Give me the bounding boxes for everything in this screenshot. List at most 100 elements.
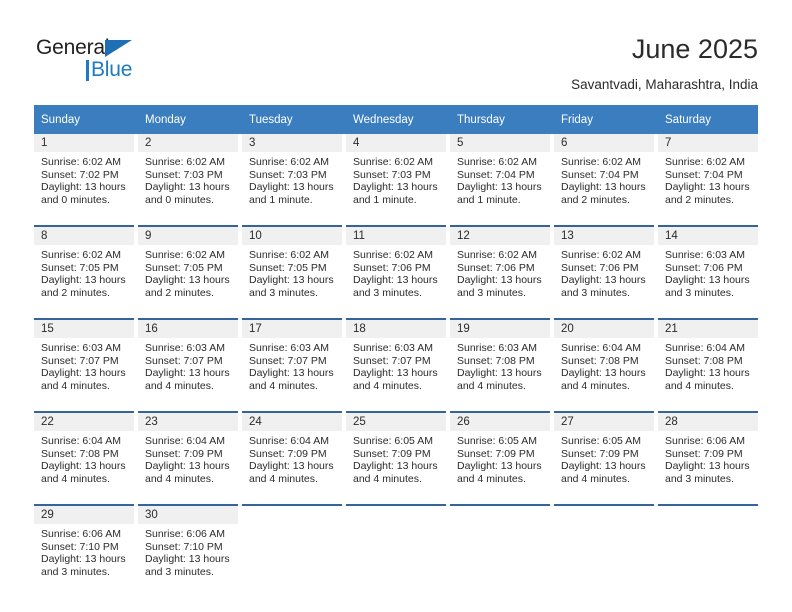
day-cell-details: Sunrise: 6:02 AM Sunset: 7:03 PM Daylight:…	[242, 152, 342, 206]
day-cell-inner	[554, 506, 654, 597]
day-number: 14	[658, 227, 758, 245]
calendar-day-cell[interactable]: 7 Sunrise: 6:02 AM Sunset: 7:04 PM Daylight…	[658, 134, 758, 226]
calendar-day-cell[interactable]: 29 Sunrise: 6:06 AM Sunset: 7:10 PM Dayligh…	[34, 504, 134, 597]
day-number: 19	[450, 320, 550, 338]
day-cell-inner	[450, 506, 550, 597]
day-cell-inner: 20 Sunrise: 6:04 AM Sunset: 7:08 PM Dayligh…	[554, 320, 654, 411]
day-cell-inner: 21 Sunrise: 6:04 AM Sunset: 7:08 PM Dayligh…	[658, 320, 758, 411]
daylight-duration-line2: and 4 minutes.	[353, 379, 422, 392]
day-cell-inner: 10 Sunrise: 6:02 AM Sunset: 7:05 PM Dayligh…	[242, 227, 342, 318]
day-cell-details: Sunrise: 6:06 AM Sunset: 7:10 PM Daylight:…	[138, 524, 238, 578]
sunrise-time: Sunrise: 6:06 AM	[665, 435, 745, 447]
sunset-time: Sunset: 7:06 PM	[665, 261, 743, 274]
calendar-day-cell[interactable]: 3 Sunrise: 6:02 AM Sunset: 7:03 PM Daylight…	[242, 134, 342, 226]
sunrise-time: Sunrise: 6:04 AM	[145, 435, 225, 447]
sunset-time: Sunset: 7:10 PM	[41, 540, 119, 553]
sunset-time: Sunset: 7:09 PM	[665, 447, 743, 460]
day-cell-details: Sunrise: 6:03 AM Sunset: 7:07 PM Daylight:…	[34, 338, 134, 392]
daylight-duration-line1: Daylight: 13 hours	[249, 367, 334, 380]
day-cell-details: Sunrise: 6:02 AM Sunset: 7:04 PM Daylight:…	[658, 152, 758, 206]
day-cell-details: Sunrise: 6:02 AM Sunset: 7:05 PM Daylight:…	[138, 245, 238, 299]
day-cell-inner: 17 Sunrise: 6:03 AM Sunset: 7:07 PM Dayligh…	[242, 320, 342, 411]
daylight-duration-line2: and 4 minutes.	[145, 472, 214, 485]
daylight-duration-line1: Daylight: 13 hours	[353, 274, 438, 287]
day-cell-inner: 24 Sunrise: 6:04 AM Sunset: 7:09 PM Dayligh…	[242, 413, 342, 504]
day-cell-inner: 13 Sunrise: 6:02 AM Sunset: 7:06 PM Dayligh…	[554, 227, 654, 318]
calendar-day-cell[interactable]: 20 Sunrise: 6:04 AM Sunset: 7:08 PM Dayligh…	[554, 318, 654, 412]
calendar-day-cell[interactable]: 10 Sunrise: 6:02 AM Sunset: 7:05 PM Dayligh…	[242, 225, 342, 319]
calendar-day-cell[interactable]: 5 Sunrise: 6:02 AM Sunset: 7:04 PM Daylight…	[450, 134, 550, 226]
daylight-duration-line1: Daylight: 13 hours	[353, 460, 438, 473]
calendar-day-cell[interactable]: 12 Sunrise: 6:02 AM Sunset: 7:06 PM Dayligh…	[450, 225, 550, 319]
calendar-day-cell[interactable]: 8 Sunrise: 6:02 AM Sunset: 7:05 PM Daylight…	[34, 225, 134, 319]
calendar-day-cell[interactable]: 1 Sunrise: 6:02 AM Sunset: 7:02 PM Daylight…	[34, 134, 134, 226]
day-number: 2	[138, 134, 238, 152]
daylight-duration-line1: Daylight: 13 hours	[665, 460, 750, 473]
calendar-day-cell[interactable]: 15 Sunrise: 6:03 AM Sunset: 7:07 PM Dayligh…	[34, 318, 134, 412]
calendar-day-cell[interactable]: 17 Sunrise: 6:03 AM Sunset: 7:07 PM Dayligh…	[242, 318, 342, 412]
calendar-day-cell[interactable]: 13 Sunrise: 6:02 AM Sunset: 7:06 PM Dayligh…	[554, 225, 654, 319]
day-number: 25	[346, 413, 446, 431]
day-cell-details: Sunrise: 6:03 AM Sunset: 7:07 PM Daylight:…	[346, 338, 446, 392]
sunrise-time: Sunrise: 6:02 AM	[353, 156, 433, 168]
day-cell-inner: 14 Sunrise: 6:03 AM Sunset: 7:06 PM Dayligh…	[658, 227, 758, 318]
calendar-day-cell[interactable]: 24 Sunrise: 6:04 AM Sunset: 7:09 PM Dayligh…	[242, 411, 342, 505]
day-number: 7	[658, 134, 758, 152]
calendar-day-cell[interactable]: 25 Sunrise: 6:05 AM Sunset: 7:09 PM Dayligh…	[346, 411, 446, 505]
day-cell-inner: 18 Sunrise: 6:03 AM Sunset: 7:07 PM Dayligh…	[346, 320, 446, 411]
calendar-day-cell[interactable]: 4 Sunrise: 6:02 AM Sunset: 7:03 PM Daylight…	[346, 134, 446, 226]
logo-accent-bar	[86, 60, 89, 81]
calendar-day-cell[interactable]: 18 Sunrise: 6:03 AM Sunset: 7:07 PM Dayligh…	[346, 318, 446, 412]
sunset-time: Sunset: 7:02 PM	[41, 168, 119, 181]
day-cell-details: Sunrise: 6:02 AM Sunset: 7:03 PM Daylight:…	[346, 152, 446, 206]
sunset-time: Sunset: 7:08 PM	[665, 354, 743, 367]
day-cell-details	[450, 524, 550, 528]
calendar-day-cell[interactable]: 28 Sunrise: 6:06 AM Sunset: 7:09 PM Dayligh…	[658, 411, 758, 505]
daylight-duration-line1: Daylight: 13 hours	[249, 460, 334, 473]
calendar-week-row: 1 Sunrise: 6:02 AM Sunset: 7:02 PM Daylight…	[34, 134, 758, 226]
sunset-time: Sunset: 7:04 PM	[457, 168, 535, 181]
sunrise-time: Sunrise: 6:02 AM	[249, 156, 329, 168]
daylight-duration-line1: Daylight: 13 hours	[457, 181, 542, 194]
daylight-duration-line2: and 0 minutes.	[145, 193, 214, 206]
sunrise-time: Sunrise: 6:03 AM	[353, 342, 433, 354]
day-cell-details: Sunrise: 6:04 AM Sunset: 7:09 PM Daylight:…	[242, 431, 342, 485]
daylight-duration-line1: Daylight: 13 hours	[249, 181, 334, 194]
calendar-day-cell	[554, 504, 654, 597]
calendar-day-cell[interactable]: 19 Sunrise: 6:03 AM Sunset: 7:08 PM Dayligh…	[450, 318, 550, 412]
day-cell-inner: 26 Sunrise: 6:05 AM Sunset: 7:09 PM Dayligh…	[450, 413, 550, 504]
day-number	[242, 506, 342, 524]
sunrise-time: Sunrise: 6:02 AM	[41, 249, 121, 261]
sunrise-sunset-calendar: Sunday Monday Tuesday Wednesday Thursday…	[34, 105, 758, 597]
general-blue-logo: General Blue	[36, 36, 216, 88]
daylight-duration-line1: Daylight: 13 hours	[145, 274, 230, 287]
daylight-duration-line2: and 4 minutes.	[249, 472, 318, 485]
calendar-day-cell	[346, 504, 446, 597]
daylight-duration-line2: and 3 minutes.	[665, 286, 734, 299]
calendar-day-cell[interactable]: 30 Sunrise: 6:06 AM Sunset: 7:10 PM Dayligh…	[138, 504, 238, 597]
weekday-header-wednesday: Wednesday	[346, 105, 446, 134]
page-subtitle-location: Savantvadi, Maharashtra, India	[571, 77, 758, 92]
calendar-day-cell[interactable]: 9 Sunrise: 6:02 AM Sunset: 7:05 PM Daylight…	[138, 225, 238, 319]
sunrise-time: Sunrise: 6:05 AM	[457, 435, 537, 447]
calendar-day-cell	[242, 504, 342, 597]
calendar-day-cell[interactable]: 11 Sunrise: 6:02 AM Sunset: 7:06 PM Dayligh…	[346, 225, 446, 319]
daylight-duration-line2: and 4 minutes.	[561, 472, 630, 485]
day-cell-inner: 11 Sunrise: 6:02 AM Sunset: 7:06 PM Dayligh…	[346, 227, 446, 318]
sunset-time: Sunset: 7:07 PM	[145, 354, 223, 367]
calendar-day-cell[interactable]: 23 Sunrise: 6:04 AM Sunset: 7:09 PM Dayligh…	[138, 411, 238, 505]
day-cell-inner: 25 Sunrise: 6:05 AM Sunset: 7:09 PM Dayligh…	[346, 413, 446, 504]
calendar-day-cell[interactable]: 6 Sunrise: 6:02 AM Sunset: 7:04 PM Daylight…	[554, 134, 654, 226]
calendar-day-cell[interactable]: 2 Sunrise: 6:02 AM Sunset: 7:03 PM Daylight…	[138, 134, 238, 226]
sunrise-time: Sunrise: 6:02 AM	[41, 156, 121, 168]
calendar-day-cell[interactable]: 27 Sunrise: 6:05 AM Sunset: 7:09 PM Dayligh…	[554, 411, 654, 505]
calendar-day-cell[interactable]: 22 Sunrise: 6:04 AM Sunset: 7:08 PM Dayligh…	[34, 411, 134, 505]
calendar-week-row: 22 Sunrise: 6:04 AM Sunset: 7:08 PM Dayligh…	[34, 411, 758, 505]
day-number: 15	[34, 320, 134, 338]
calendar-day-cell[interactable]: 26 Sunrise: 6:05 AM Sunset: 7:09 PM Dayligh…	[450, 411, 550, 505]
calendar-day-cell[interactable]: 21 Sunrise: 6:04 AM Sunset: 7:08 PM Dayligh…	[658, 318, 758, 412]
daylight-duration-line1: Daylight: 13 hours	[561, 274, 646, 287]
calendar-day-cell[interactable]: 16 Sunrise: 6:03 AM Sunset: 7:07 PM Dayligh…	[138, 318, 238, 412]
day-cell-inner: 9 Sunrise: 6:02 AM Sunset: 7:05 PM Daylight…	[138, 227, 238, 318]
calendar-day-cell[interactable]: 14 Sunrise: 6:03 AM Sunset: 7:06 PM Dayligh…	[658, 225, 758, 319]
